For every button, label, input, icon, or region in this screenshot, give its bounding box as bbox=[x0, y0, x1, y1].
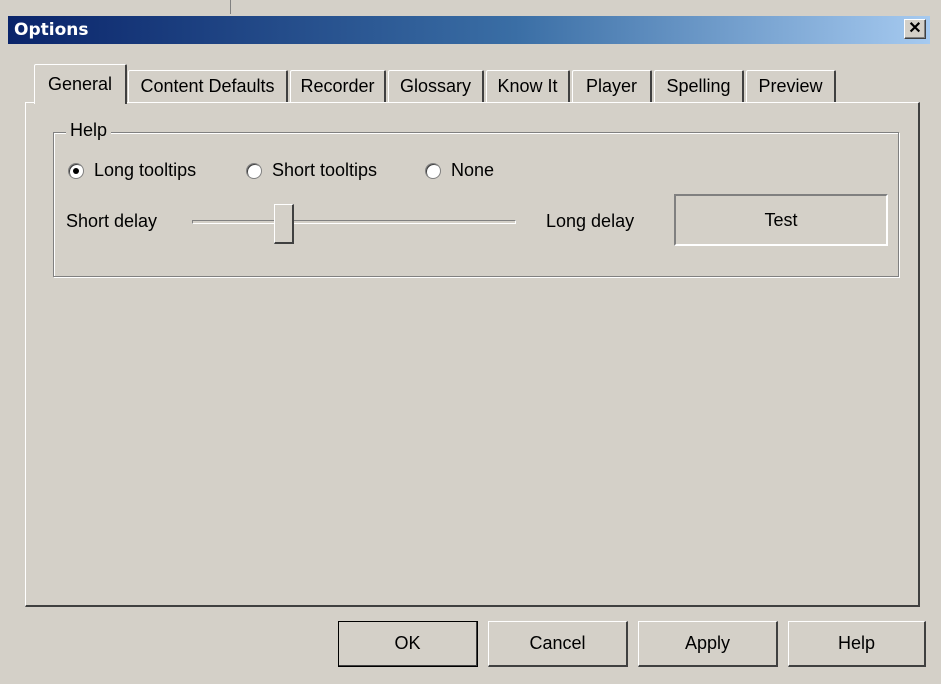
close-button[interactable]: ✕ bbox=[904, 19, 926, 39]
tab-general[interactable]: General bbox=[34, 64, 127, 104]
background-edge bbox=[230, 0, 233, 14]
help-button[interactable]: Help bbox=[788, 621, 926, 667]
tab-preview[interactable]: Preview bbox=[746, 70, 836, 102]
tab-recorder[interactable]: Recorder bbox=[290, 70, 386, 102]
delay-slider-track[interactable] bbox=[192, 220, 516, 224]
title-bar[interactable]: Options ✕ bbox=[8, 16, 930, 44]
radio-none[interactable]: None bbox=[425, 160, 494, 181]
radio-short-tooltips[interactable]: Short tooltips bbox=[246, 160, 377, 181]
tab-content-defaults[interactable]: Content Defaults bbox=[128, 70, 288, 102]
slider-min-label: Short delay bbox=[66, 211, 158, 231]
radio-long-tooltips[interactable]: Long tooltips bbox=[68, 160, 196, 181]
help-group-label: Help bbox=[66, 120, 112, 141]
radio-label: Short tooltips bbox=[272, 160, 378, 180]
test-button[interactable]: Test bbox=[674, 194, 888, 246]
tab-spelling[interactable]: Spelling bbox=[654, 70, 744, 102]
radio-label: None bbox=[451, 160, 495, 180]
close-icon: ✕ bbox=[908, 20, 922, 37]
radio-button[interactable] bbox=[425, 162, 441, 179]
options-dialog: Options ✕ General Content Defaults Recor… bbox=[0, 0, 941, 684]
tab-player[interactable]: Player bbox=[572, 70, 652, 102]
slider-max-label: Long delay bbox=[546, 211, 635, 231]
radio-label: Long tooltips bbox=[94, 160, 197, 180]
delay-slider-thumb[interactable] bbox=[274, 204, 295, 244]
cancel-button[interactable]: Cancel bbox=[488, 621, 628, 667]
ok-button[interactable]: OK bbox=[338, 621, 478, 667]
window-title: Options bbox=[14, 20, 89, 40]
radio-button-checked[interactable] bbox=[68, 162, 84, 179]
apply-button[interactable]: Apply bbox=[638, 621, 778, 667]
tab-know-it[interactable]: Know It bbox=[486, 70, 570, 102]
tab-glossary[interactable]: Glossary bbox=[388, 70, 484, 102]
radio-button[interactable] bbox=[246, 162, 262, 179]
